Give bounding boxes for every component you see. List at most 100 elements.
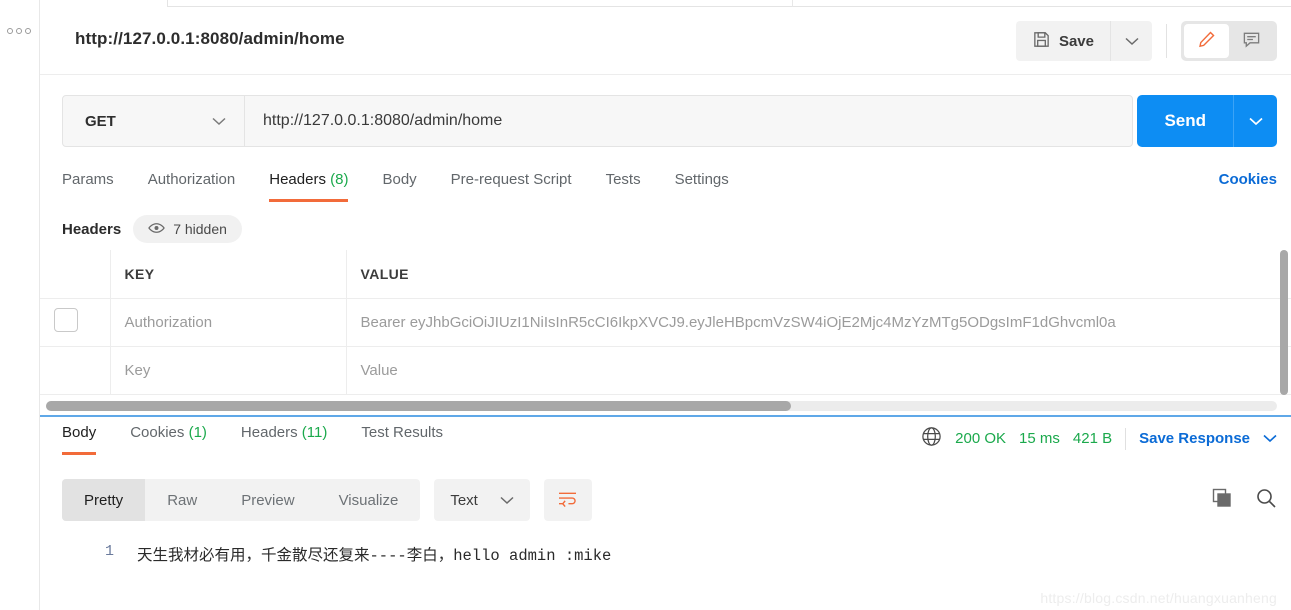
tab-count: (1) [188, 424, 207, 441]
row-key[interactable]: Authorization [110, 298, 347, 347]
tab-strip-segment-left[interactable] [40, 0, 168, 7]
tab-headers[interactable]: Headers (8) [269, 165, 349, 202]
response-body-text: 天生我材必有用，千金散尽还复来----李白，hello admin :mike [137, 547, 612, 565]
response-type-select[interactable]: Text [434, 479, 530, 521]
response-tab-headers[interactable]: Headers (11) [241, 418, 327, 455]
url-input[interactable] [245, 96, 1132, 146]
status-code: 200 OK [955, 430, 1007, 447]
headers-sub-row: Headers 7 hidden [40, 208, 1291, 250]
tab-label: Cookies [130, 424, 185, 441]
table-row[interactable]: Authorization Bearer eyJhbGciOiJIUzI1NiI… [40, 298, 1291, 347]
word-wrap-button[interactable] [543, 479, 592, 521]
send-options-button[interactable] [1233, 95, 1277, 147]
line-number: 1 [104, 543, 114, 560]
view-mode-preview[interactable]: Preview [219, 479, 316, 521]
save-options-button[interactable] [1110, 21, 1152, 61]
url-row: GET Send [40, 85, 1291, 157]
request-tabs: Params Authorization Headers (8) Body Pr… [40, 165, 1291, 210]
row-checkbox-cell [40, 298, 111, 347]
search-icon[interactable] [1255, 487, 1277, 514]
tab-label: Body [382, 171, 417, 188]
tab-body[interactable]: Body [382, 165, 416, 202]
word-wrap-icon [557, 490, 578, 510]
viewer-right-icons [1211, 487, 1277, 514]
hidden-headers-toggle[interactable]: 7 hidden [133, 215, 242, 243]
tab-strip-segment-right[interactable] [793, 0, 1291, 7]
response-size: 421 B [1072, 430, 1113, 447]
row-key[interactable]: Key [110, 346, 347, 395]
chevron-down-icon [1124, 34, 1139, 49]
watermark: https://blog.csdn.net/huangxuanheng [1040, 590, 1277, 606]
save-response-button[interactable]: Save Response [1139, 430, 1250, 447]
divider [1166, 24, 1167, 58]
tab-settings[interactable]: Settings [675, 165, 729, 202]
response-tabs: Body Cookies (1) Headers (11) Test Resul… [40, 418, 1291, 464]
tab-label: Pre-request Script [450, 171, 572, 188]
title-actions: Save [1015, 21, 1277, 61]
row-checkbox[interactable] [54, 308, 78, 332]
scrollbar-thumb[interactable] [1280, 250, 1288, 395]
tab-count: (11) [301, 424, 328, 441]
hidden-headers-label: 7 hidden [173, 221, 227, 237]
tab-pre-request-script[interactable]: Pre-request Script [451, 165, 572, 202]
copy-icon[interactable] [1211, 487, 1233, 514]
postman-window: http://127.0.0.1:8080/admin/home Save GE… [0, 0, 1291, 610]
tab-label: Settings [674, 171, 729, 188]
tab-count: (8) [330, 171, 349, 188]
globe-icon[interactable] [921, 426, 942, 451]
headers-label: Headers [62, 220, 122, 238]
method-select[interactable]: GET [63, 96, 245, 146]
row-value[interactable]: Value [346, 346, 1291, 395]
request-title-bar: http://127.0.0.1:8080/admin/home Save [40, 7, 1291, 75]
table-vertical-scrollbar[interactable] [1280, 250, 1288, 405]
save-button-label: Save [1058, 32, 1094, 50]
cookies-link[interactable]: Cookies [1219, 171, 1277, 188]
tab-params[interactable]: Params [62, 165, 114, 202]
tab-label: Body [62, 424, 97, 441]
tab-label: Test Results [361, 424, 444, 441]
method-url-group: GET [62, 95, 1133, 147]
tab-strip [40, 0, 1291, 7]
column-header-key: KEY [110, 250, 347, 299]
left-rail [0, 0, 40, 610]
table-header-row: KEY VALUE [40, 250, 1291, 299]
save-button[interactable]: Save [1015, 21, 1110, 61]
response-viewer-toolbar: Pretty Raw Preview Visualize Text [62, 479, 1277, 521]
send-button[interactable]: Send [1137, 95, 1233, 147]
view-mode-visualize[interactable]: Visualize [317, 479, 421, 521]
method-select-value: GET [85, 112, 116, 130]
response-tab-body[interactable]: Body [62, 418, 97, 455]
response-tab-test-results[interactable]: Test Results [361, 418, 443, 455]
headers-table: KEY VALUE Authorization Bearer eyJhbGciO… [40, 250, 1291, 395]
tab-label: Tests [605, 171, 641, 188]
view-mode-group [1181, 21, 1277, 61]
tab-tests[interactable]: Tests [606, 165, 641, 202]
divider [1125, 427, 1127, 450]
save-group: Save [1015, 21, 1152, 61]
more-options-icon[interactable] [7, 28, 31, 34]
view-mode-segmented-control: Pretty Raw Preview Visualize [62, 479, 421, 521]
comment-button[interactable] [1229, 24, 1274, 58]
row-checkbox-cell [40, 346, 111, 395]
response-type-value: Text [450, 491, 478, 509]
response-tab-cookies[interactable]: Cookies (1) [130, 418, 207, 455]
column-header-value: VALUE [346, 250, 1291, 299]
comment-icon [1242, 30, 1261, 52]
response-status-bar: 200 OK 15 ms 421 B Save Response [921, 426, 1277, 451]
view-mode-raw[interactable]: Raw [145, 479, 219, 521]
tab-label: Headers [240, 424, 298, 441]
view-mode-pretty[interactable]: Pretty [62, 479, 146, 521]
tab-authorization[interactable]: Authorization [148, 165, 236, 202]
table-row[interactable]: Key Value [40, 346, 1291, 395]
scrollbar-thumb[interactable] [46, 401, 791, 411]
pane-divider[interactable] [40, 415, 1291, 417]
chevron-down-icon[interactable] [1263, 430, 1277, 447]
row-value[interactable]: Bearer eyJhbGciOiJIUzI1NiIsInR5cCI6IkpXV… [346, 298, 1291, 347]
floppy-disk-icon [1032, 30, 1051, 53]
response-time: 15 ms [1019, 430, 1060, 447]
tab-strip-segment-active[interactable] [168, 0, 793, 7]
table-horizontal-scrollbar[interactable] [46, 401, 1277, 411]
headers-table-wrap: KEY VALUE Authorization Bearer eyJhbGciO… [40, 250, 1291, 395]
page-title: http://127.0.0.1:8080/admin/home [75, 29, 345, 48]
edit-pencil-button[interactable] [1184, 24, 1229, 58]
